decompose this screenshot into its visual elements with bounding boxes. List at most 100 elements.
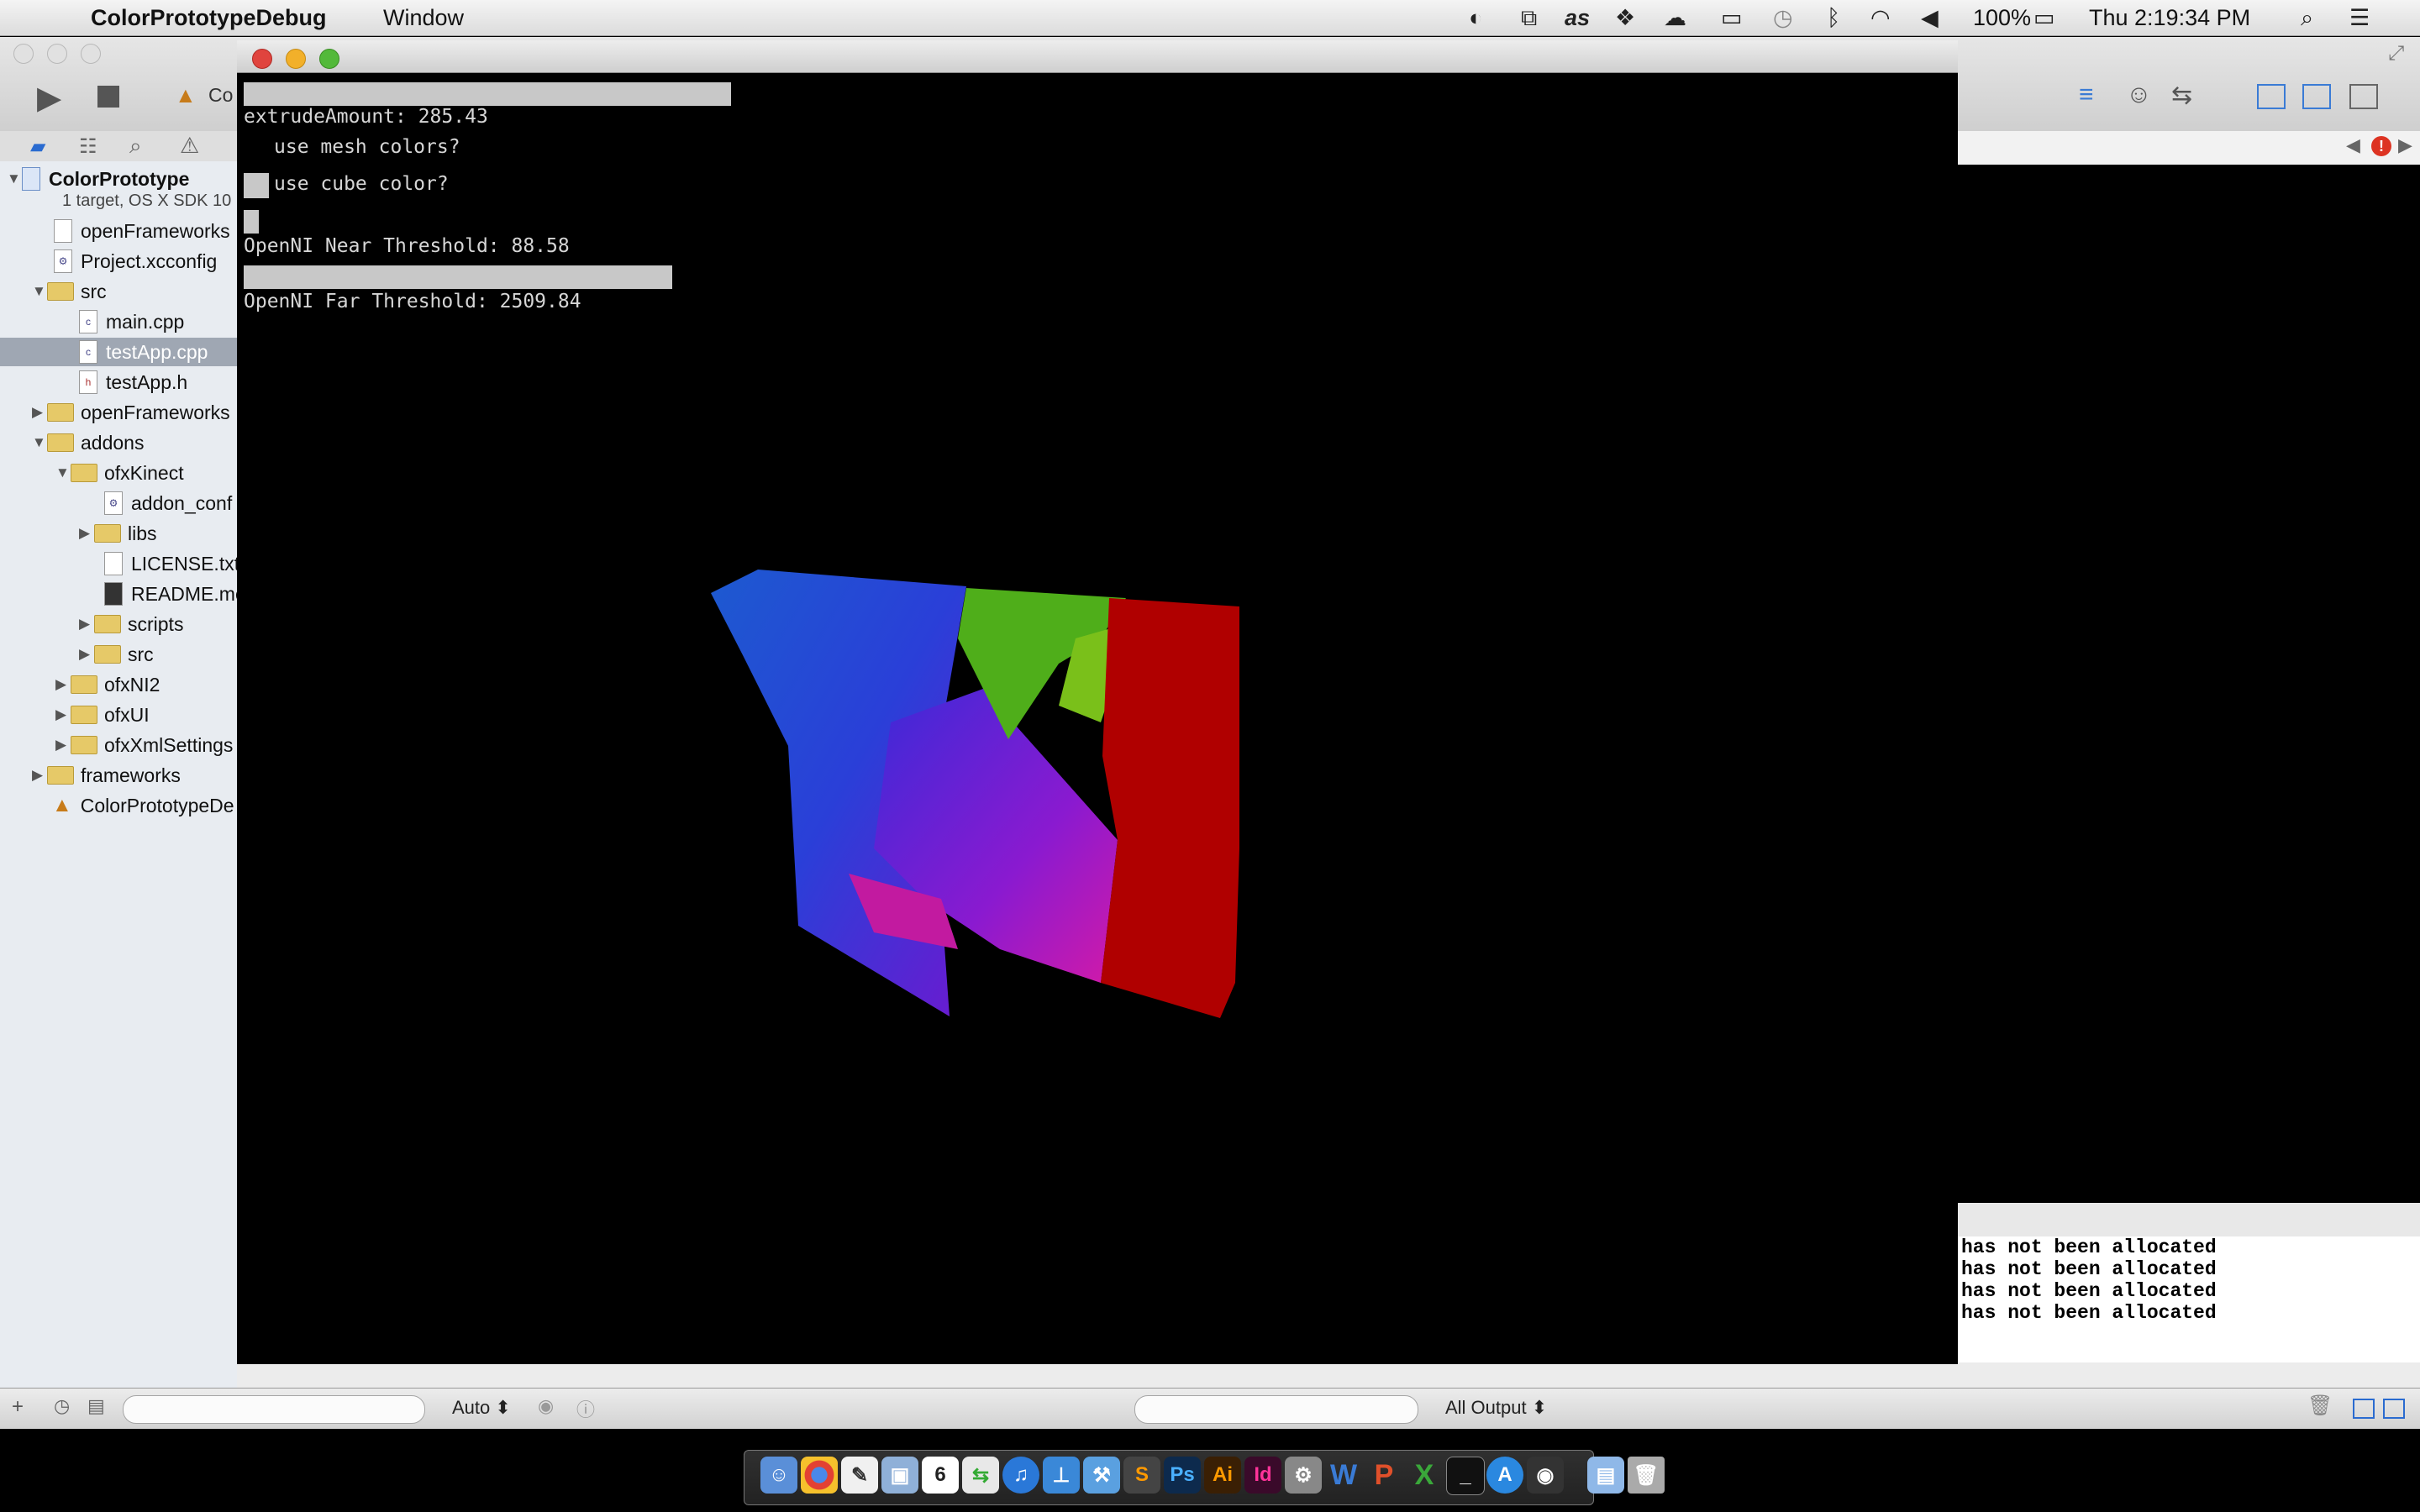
spotlight-icon[interactable]: ⌕ [2301, 5, 2313, 32]
list-item[interactable]: ▲ ColorPrototypeDe [52, 791, 234, 820]
assistant-editor-icon[interactable]: ☺ [2126, 81, 2152, 109]
app-menu[interactable]: ColorPrototypeDebug [91, 5, 327, 31]
camera-icon[interactable]: ◉ [1527, 1457, 1564, 1494]
battery-icon[interactable]: ▭ [2033, 5, 2055, 31]
cube-color-toggle[interactable] [244, 173, 269, 198]
list-item[interactable]: ▼ addons [32, 428, 144, 457]
project-navigator-icon[interactable]: ▰ [30, 134, 45, 159]
list-item[interactable]: ▶ openFrameworks [32, 398, 230, 427]
finder-icon[interactable]: ☺ [760, 1457, 797, 1494]
disclosure-closed-icon[interactable]: ▶ [55, 676, 71, 693]
list-item[interactable]: LICENSE.txt [104, 549, 237, 578]
xcode-close-button[interactable] [13, 44, 34, 64]
quick-look-icon[interactable]: ◉ [538, 1395, 554, 1417]
notification-center-icon[interactable]: ☰ [2349, 5, 2370, 31]
disclosure-closed-icon[interactable]: ▶ [79, 646, 94, 663]
fullscreen-icon[interactable]: ⤢ [2388, 42, 2404, 66]
disclosure-closed-icon[interactable]: ▶ [55, 706, 71, 723]
recent-icon[interactable]: ◷ [54, 1395, 70, 1417]
dropbox-icon[interactable]: ❖ [1615, 5, 1635, 31]
list-item[interactable]: c main.cpp [79, 307, 184, 336]
minimize-button[interactable] [286, 49, 306, 69]
list-item[interactable]: ▶ libs [79, 519, 157, 548]
scheme-label[interactable]: Co [208, 84, 233, 107]
word-icon[interactable]: W [1325, 1457, 1362, 1494]
disclosure-closed-icon[interactable]: ▶ [55, 737, 71, 753]
list-item[interactable]: ▶ frameworks [32, 761, 181, 790]
debug-area-toggle-icon[interactable] [2302, 84, 2331, 109]
list-item[interactable]: ▶ ofxNI2 [55, 670, 160, 699]
standard-editor-icon[interactable]: ≡ [2079, 81, 2094, 109]
symbol-navigator-icon[interactable]: ☷ [79, 134, 97, 159]
list-item[interactable]: ▶ ofxUI [55, 701, 150, 729]
navigator-toggle-icon[interactable] [2257, 84, 2286, 109]
console-output[interactable]: has not been allocated has not been allo… [1958, 1236, 2420, 1362]
indesign-icon[interactable]: Id [1244, 1457, 1281, 1494]
trash-console-icon[interactable]: 🗑 [2307, 1394, 2333, 1418]
display-icon[interactable]: ⧉ [1521, 5, 1537, 32]
next-issue-icon[interactable]: ▶ [2398, 134, 2412, 156]
variables-filter-input[interactable] [1134, 1395, 1418, 1424]
list-item[interactable]: ⚙ addon_conf [104, 489, 232, 517]
xcode-zoom-button[interactable] [81, 44, 101, 64]
disclosure-closed-icon[interactable]: ▶ [79, 616, 94, 633]
creative-cloud-icon[interactable]: ☁ [1664, 5, 1686, 31]
terminal-icon[interactable]: _ [1446, 1457, 1485, 1495]
split-right-icon[interactable] [2383, 1399, 2405, 1419]
prev-issue-icon[interactable]: ◀ [2346, 134, 2360, 156]
disclosure-closed-icon[interactable]: ▶ [32, 767, 47, 784]
utility-icon[interactable]: ⚙ [1285, 1457, 1322, 1494]
variables-scope-select[interactable]: Auto ⬍ [452, 1397, 511, 1419]
keynote-icon[interactable]: ⊥ [1043, 1457, 1080, 1494]
filter-icon[interactable]: ▤ [87, 1395, 105, 1417]
xcode-minimize-button[interactable] [47, 44, 67, 64]
near-threshold-slider[interactable] [244, 210, 259, 234]
issue-navigator-icon[interactable]: ⚠ [180, 133, 199, 159]
itunes-icon[interactable]: ♫ [1002, 1457, 1039, 1494]
navigator-filter-input[interactable] [123, 1395, 425, 1424]
downloads-icon[interactable]: ▤ [1587, 1457, 1624, 1494]
preview-icon[interactable]: ▣ [881, 1457, 918, 1494]
sublime-icon[interactable]: S [1123, 1457, 1160, 1494]
info-icon[interactable]: ⓘ [576, 1395, 595, 1422]
list-item[interactable]: ▶ src [79, 640, 154, 669]
list-item[interactable]: ▼ src [32, 277, 107, 306]
bluetooth-icon[interactable]: ᛒ [1827, 5, 1840, 31]
time-machine-icon[interactable]: ◷ [1773, 5, 1793, 31]
list-item[interactable]: README.mo [104, 580, 237, 608]
list-item[interactable]: openFrameworks [54, 217, 230, 245]
disclosure-closed-icon[interactable]: ▶ [32, 404, 47, 421]
sync-icon[interactable]: ◐ [1469, 5, 1482, 31]
appstore-icon[interactable]: A [1486, 1457, 1523, 1494]
run-icon[interactable]: ▶ [37, 79, 61, 117]
powerpoint-icon[interactable]: P [1365, 1457, 1402, 1494]
window-menu[interactable]: Window [383, 5, 464, 31]
utilities-toggle-icon[interactable] [2349, 84, 2378, 109]
error-icon[interactable]: ! [2371, 136, 2391, 156]
calendar-icon[interactable]: 6 [922, 1457, 959, 1494]
airplay-icon[interactable]: ▭ [1721, 5, 1743, 31]
list-item-selected[interactable]: c testApp.cpp [0, 338, 237, 366]
list-item[interactable]: ⚙ Project.xcconfig [54, 247, 217, 276]
stop-icon[interactable] [97, 86, 119, 108]
wifi-icon[interactable]: ◠ [1870, 5, 1891, 31]
version-editor-icon[interactable]: ⇆ [2171, 81, 2192, 110]
list-item[interactable]: ▶ ofxXmlSettings [55, 731, 233, 759]
disclosure-closed-icon[interactable]: ▶ [79, 525, 94, 542]
close-button[interactable] [252, 49, 272, 69]
zoom-button[interactable] [319, 49, 339, 69]
list-item[interactable]: h testApp.h [79, 368, 187, 396]
extrude-slider[interactable] [244, 82, 731, 106]
facetime-icon[interactable]: ⇆ [962, 1457, 999, 1494]
far-threshold-slider[interactable] [244, 265, 672, 289]
illustrator-icon[interactable]: Ai [1204, 1457, 1241, 1494]
list-item[interactable]: ▼ ofxKinect [55, 459, 184, 487]
search-navigator-icon[interactable]: ⌕ [129, 133, 142, 160]
split-left-icon[interactable] [2353, 1399, 2375, 1419]
scheme-icon[interactable]: ▲ [175, 82, 197, 108]
chrome-icon[interactable] [801, 1457, 838, 1494]
textedit-icon[interactable]: ✎ [841, 1457, 878, 1494]
excel-icon[interactable]: X [1406, 1457, 1443, 1494]
output-select[interactable]: All Output ⬍ [1445, 1397, 1547, 1419]
disclosure-open-icon[interactable]: ▼ [7, 171, 22, 187]
